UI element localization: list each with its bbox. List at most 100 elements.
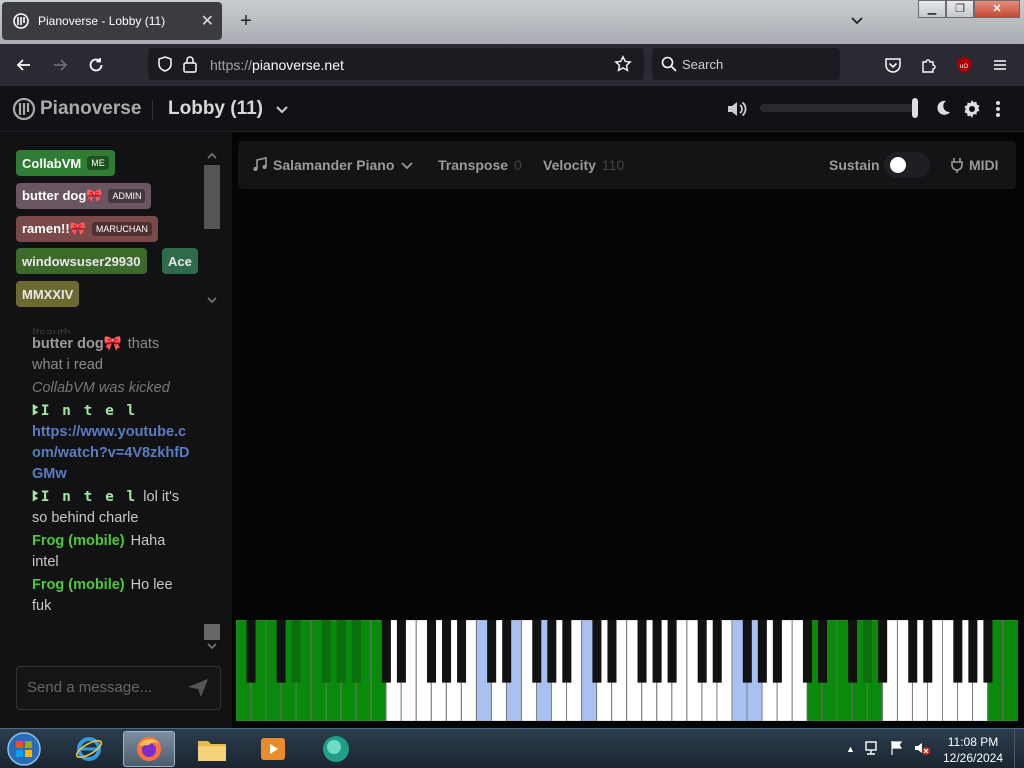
clock[interactable]: 11:08 PM 12/26/2024 (936, 734, 1010, 766)
more-options-kebab-icon[interactable] (994, 99, 1002, 124)
user-chip[interactable]: MMXXIV (16, 281, 80, 307)
browser-tab-active[interactable]: Pianoverse - Lobby (11) ✕ (2, 2, 222, 40)
user-chip[interactable]: Ace (162, 248, 198, 274)
piano-black-key[interactable] (442, 620, 452, 683)
piano-black-key[interactable] (802, 620, 812, 683)
piano-black-key[interactable] (547, 620, 557, 683)
transpose-control[interactable]: Transpose 0 (438, 157, 522, 173)
piano-keyboard[interactable] (235, 619, 1018, 722)
show-desktop-button[interactable] (1014, 729, 1024, 768)
piano-black-key[interactable] (817, 620, 828, 683)
ublock-origin-icon[interactable]: uO (953, 54, 975, 76)
piano-black-key[interactable] (667, 620, 677, 683)
tab-close-icon[interactable]: ✕ (201, 11, 214, 31)
piano-black-key[interactable] (712, 620, 722, 683)
new-tab-plus-icon[interactable]: + (236, 10, 256, 33)
piano-white-key[interactable] (1002, 619, 1018, 722)
reload-icon[interactable] (85, 54, 107, 76)
piano-black-key[interactable] (652, 620, 662, 683)
user-chip[interactable]: CollabVM ME (16, 150, 115, 176)
piano-black-key[interactable] (983, 620, 993, 683)
user-chip[interactable]: butter dog🎀 ADMIN (16, 183, 152, 209)
piano-black-key[interactable] (697, 620, 707, 683)
action-center-flag-icon[interactable] (889, 739, 905, 757)
volume-icon[interactable] (726, 99, 748, 124)
piano-black-key[interactable] (351, 620, 361, 683)
piano-black-key[interactable] (592, 620, 602, 683)
minimize-icon[interactable]: ▁ (918, 0, 946, 18)
piano-black-key[interactable] (607, 620, 617, 683)
piano-black-key[interactable] (321, 620, 331, 683)
piano-black-key[interactable] (502, 620, 512, 683)
piano-black-key[interactable] (908, 620, 918, 683)
piano-black-key[interactable] (863, 620, 873, 683)
firefox-taskbar-icon[interactable] (123, 731, 175, 767)
address-bar[interactable]: https://pianoverse.net (148, 48, 644, 80)
sustain-toggle[interactable] (884, 152, 930, 178)
chat-author[interactable]: butter dog🎀 (32, 336, 122, 352)
piano-black-key[interactable] (757, 620, 767, 683)
settings-gear-icon[interactable] (962, 99, 982, 124)
forward-arrow-icon[interactable] (49, 54, 71, 76)
piano-black-key[interactable] (291, 620, 301, 683)
volume-slider-thumb[interactable] (912, 98, 918, 118)
window-close-icon[interactable]: ✕ (974, 0, 1020, 18)
piano-black-key[interactable] (276, 620, 286, 683)
list-all-tabs-chevron-icon[interactable] (848, 12, 866, 30)
pianoverse-logo[interactable]: Pianoverse (12, 97, 141, 121)
piano-black-key[interactable] (562, 620, 572, 683)
piano-black-key[interactable] (246, 620, 256, 683)
back-arrow-icon[interactable] (13, 54, 35, 76)
bookmark-star-icon[interactable] (614, 55, 632, 78)
file-explorer-folder-icon[interactable] (186, 731, 238, 767)
velocity-control[interactable]: Velocity 110 (543, 157, 624, 173)
media-player-icon[interactable] (247, 731, 299, 767)
user-list-scroll-thumb[interactable] (204, 165, 220, 229)
piano-black-key[interactable] (532, 620, 542, 683)
piano-black-key[interactable] (923, 620, 933, 683)
piano-black-key[interactable] (336, 620, 346, 683)
hamburger-menu-icon[interactable] (989, 54, 1011, 76)
user-name: butter dog🎀 (22, 188, 103, 203)
piano-black-key[interactable] (637, 620, 647, 683)
extensions-puzzle-icon[interactable] (918, 54, 940, 76)
chat-author[interactable]: ꔪI n t e l (32, 489, 137, 505)
chat-link[interactable]: https://www.youtube.com/watch?v=4V8zkhfD… (32, 424, 190, 482)
piano-black-key[interactable] (487, 620, 497, 683)
piano-black-key[interactable] (953, 620, 963, 683)
tracking-shield-icon[interactable] (156, 55, 174, 78)
piano-black-key[interactable] (772, 620, 782, 683)
piano-black-key[interactable] (848, 620, 858, 683)
piano-black-key[interactable] (742, 620, 752, 683)
app-globe-icon[interactable] (310, 731, 362, 767)
midi-button[interactable]: MIDI (950, 157, 999, 173)
chat-author[interactable]: ꔪI n t e l (32, 403, 137, 419)
room-name[interactable]: Lobby (11) (168, 98, 263, 120)
search-box[interactable]: Search (652, 48, 840, 80)
piano-black-key[interactable] (457, 620, 467, 683)
piano-black-key[interactable] (381, 620, 391, 683)
piano-black-key[interactable] (968, 620, 978, 683)
lock-icon[interactable] (182, 55, 198, 78)
room-chevron-down-icon[interactable] (274, 102, 290, 123)
chat-author[interactable]: Frog (mobile) (32, 533, 125, 549)
volume-slider-track[interactable] (760, 104, 916, 112)
start-button[interactable] (4, 730, 48, 768)
message-input[interactable] (27, 679, 177, 696)
show-hidden-icons-icon[interactable]: ▲ (846, 739, 855, 759)
restore-icon[interactable]: ❐ (946, 0, 974, 18)
chat-author[interactable]: Frog (mobile) (32, 577, 125, 593)
piano-black-key[interactable] (426, 620, 437, 683)
piano-black-key[interactable] (878, 620, 888, 683)
dark-mode-moon-icon[interactable] (934, 99, 952, 122)
internet-explorer-icon[interactable] (63, 731, 115, 767)
piano-black-key[interactable] (396, 620, 406, 683)
pocket-icon[interactable] (882, 54, 904, 76)
instrument-select[interactable]: Salamander Piano (252, 157, 414, 173)
user-chip[interactable]: ramen!!🎀 MARUCHAN (16, 216, 158, 242)
send-icon[interactable] (187, 678, 209, 703)
user-chip[interactable]: windowsuser29930 (16, 248, 147, 274)
network-icon[interactable] (863, 739, 881, 757)
volume-muted-icon[interactable] (913, 739, 931, 757)
chat-scroll-down-chevron-icon[interactable] (203, 622, 221, 652)
